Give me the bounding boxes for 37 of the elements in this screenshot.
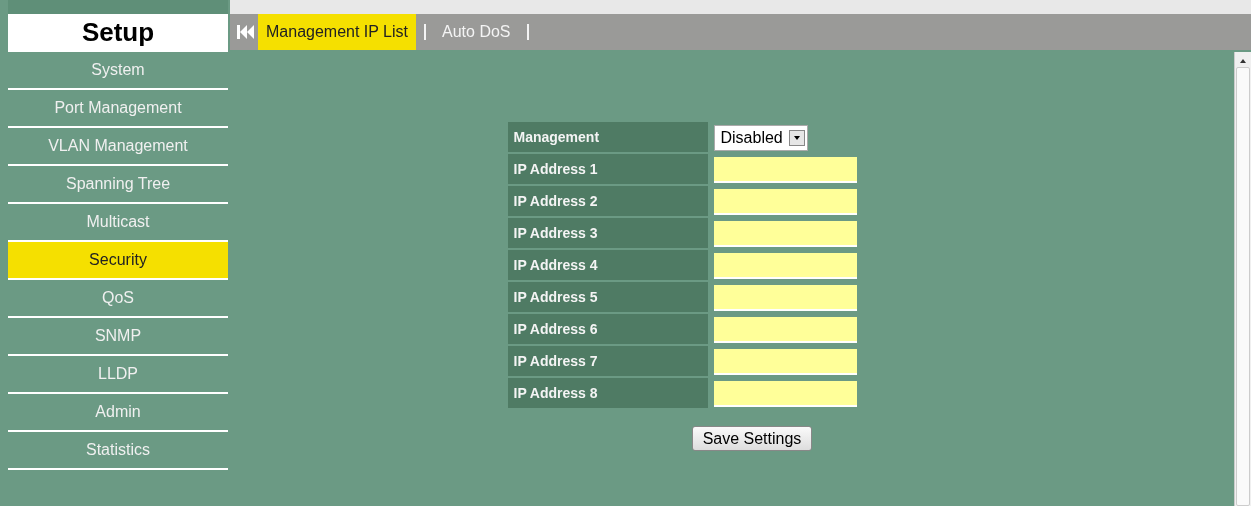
field-label: IP Address 1 [507, 154, 708, 184]
management-dropdown[interactable]: Disabled [713, 125, 808, 151]
ip-address-field[interactable] [713, 285, 857, 311]
rewind-icon[interactable] [237, 24, 255, 40]
sidebar-item[interactable]: SNMP [8, 318, 228, 354]
sidebar-item[interactable]: VLAN Management [8, 128, 228, 164]
field-label: IP Address 8 [507, 378, 708, 408]
tab-separator-icon [526, 24, 529, 40]
sidebar-item[interactable]: Spanning Tree [8, 166, 228, 202]
field-label: IP Address 2 [507, 186, 708, 216]
tab-separator-icon [424, 24, 426, 40]
sidebar-item[interactable]: LLDP [8, 356, 228, 392]
field-label: IP Address 3 [507, 218, 708, 248]
sidebar-item[interactable]: Statistics [8, 432, 228, 468]
field-label: IP Address 6 [507, 314, 708, 344]
ip-address-field[interactable] [713, 157, 857, 183]
sidebar-item[interactable]: QoS [8, 280, 228, 316]
field-label: IP Address 5 [507, 282, 708, 312]
scrollbar[interactable] [1234, 52, 1251, 506]
ip-address-field[interactable] [713, 253, 857, 279]
ip-address-field[interactable] [713, 189, 857, 215]
scroll-up-arrow-icon[interactable] [1240, 59, 1246, 63]
tab[interactable]: Auto DoS [434, 14, 519, 50]
sidebar-item[interactable]: Multicast [8, 204, 228, 240]
sidebar-item[interactable]: Security [8, 242, 228, 278]
ip-address-field[interactable] [713, 221, 857, 247]
sidebar-item[interactable]: Admin [8, 394, 228, 430]
field-label: Management [507, 122, 708, 152]
sidebar-item[interactable]: Port Management [8, 90, 228, 126]
field-label: IP Address 7 [507, 346, 708, 376]
save-settings-button[interactable]: Save Settings [691, 426, 813, 451]
ip-address-field[interactable] [713, 381, 857, 407]
tab[interactable]: Management IP List [258, 14, 416, 50]
field-label: IP Address 4 [507, 250, 708, 280]
ip-address-field[interactable] [713, 349, 857, 375]
ip-address-field[interactable] [713, 317, 857, 343]
sidebar-item[interactable]: System [8, 52, 228, 88]
